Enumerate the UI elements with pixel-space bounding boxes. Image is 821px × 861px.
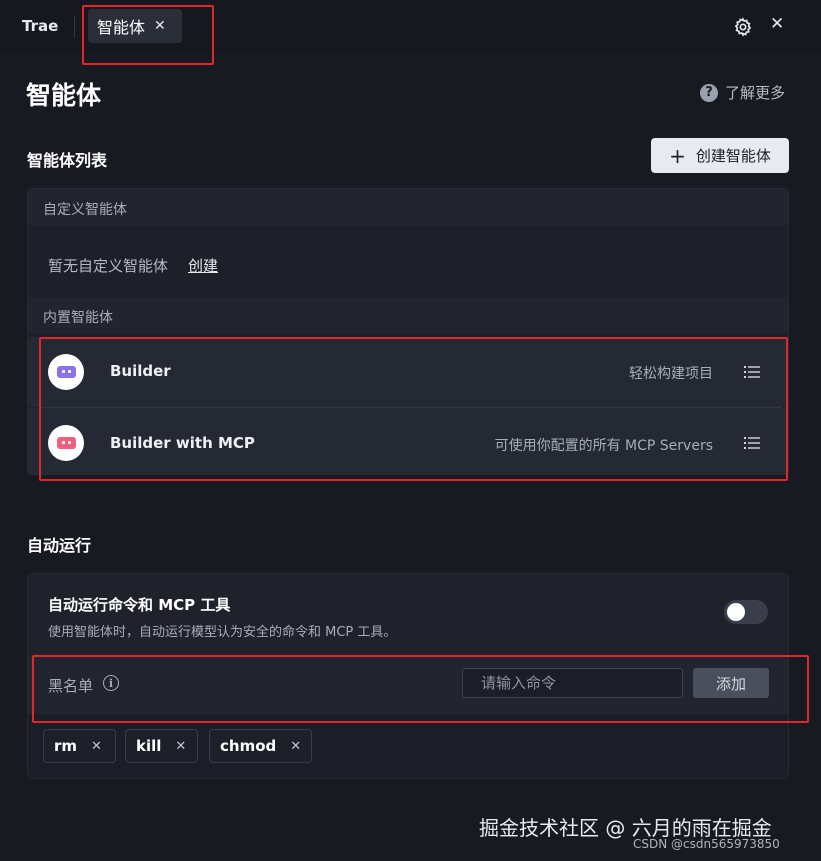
- command-input[interactable]: [462, 668, 683, 698]
- close-icon[interactable]: ✕: [770, 14, 784, 34]
- tab-close-icon[interactable]: ✕: [154, 18, 166, 34]
- create-agent-button[interactable]: + 创建智能体: [651, 138, 789, 173]
- agents-panel: 自定义智能体 暂无自定义智能体 创建 内置智能体 Builder 轻松构建项目 …: [27, 188, 789, 475]
- blacklist-chip: chmod ✕: [209, 729, 312, 763]
- chip-remove-icon[interactable]: ✕: [290, 739, 301, 754]
- app-name: Trae: [22, 17, 59, 35]
- chip-label: chmod: [220, 737, 277, 755]
- title-bar: Trae 智能体 ✕ ✕: [0, 0, 821, 52]
- auto-run-toggle-row: 自动运行命令和 MCP 工具 使用智能体时，自动运行模型认为安全的命令和 MCP…: [28, 574, 788, 654]
- robot-icon: [56, 437, 76, 449]
- agent-avatar: [48, 354, 84, 390]
- tab-agents[interactable]: 智能体 ✕: [88, 9, 182, 43]
- chip-remove-icon[interactable]: ✕: [175, 739, 186, 754]
- agent-row-builder[interactable]: Builder 轻松构建项目: [28, 337, 788, 407]
- auto-run-panel: 自动运行命令和 MCP 工具 使用智能体时，自动运行模型认为安全的命令和 MCP…: [27, 573, 789, 779]
- add-command-button[interactable]: 添加: [693, 668, 769, 698]
- agent-name: Builder with MCP: [110, 434, 255, 452]
- agent-avatar: [48, 425, 84, 461]
- titlebar-divider: [74, 16, 75, 38]
- watermark-csdn: CSDN @csdn565973850: [633, 837, 780, 851]
- agent-description: 轻松构建项目: [629, 366, 713, 382]
- blacklist-chip: rm ✕: [43, 729, 116, 763]
- learn-more-link[interactable]: ? 了解更多: [700, 82, 785, 103]
- page-title: 智能体: [26, 81, 102, 110]
- builtin-agents-heading: 内置智能体: [28, 297, 788, 333]
- blacklist-label: 黑名单: [48, 677, 94, 695]
- blacklist-chip: kill ✕: [125, 729, 198, 763]
- tab-label: 智能体: [97, 18, 146, 37]
- auto-run-toggle[interactable]: [724, 600, 768, 624]
- custom-agents-heading: 自定义智能体: [28, 189, 788, 225]
- help-icon: ?: [700, 83, 718, 102]
- auto-run-title: 自动运行命令和 MCP 工具: [48, 596, 231, 614]
- agent-description: 可使用你配置的所有 MCP Servers: [494, 438, 713, 454]
- auto-run-section-title: 自动运行: [27, 536, 92, 555]
- robot-icon: [56, 366, 76, 378]
- chip-remove-icon[interactable]: ✕: [91, 739, 102, 754]
- agent-row-builder-mcp[interactable]: Builder with MCP 可使用你配置的所有 MCP Servers: [28, 408, 788, 474]
- list-icon[interactable]: [744, 436, 760, 450]
- gear-icon[interactable]: [733, 17, 753, 37]
- blacklist-row: 黑名单 i 添加: [28, 654, 788, 714]
- list-icon[interactable]: [744, 365, 760, 379]
- learn-more-label: 了解更多: [725, 84, 786, 102]
- info-icon[interactable]: i: [103, 675, 119, 691]
- empty-state-text: 暂无自定义智能体: [48, 257, 169, 275]
- create-agent-link[interactable]: 创建: [188, 255, 218, 276]
- chip-label: kill: [136, 737, 162, 755]
- chip-label: rm: [54, 737, 78, 755]
- agent-name: Builder: [110, 362, 171, 380]
- auto-run-description: 使用智能体时，自动运行模型认为安全的命令和 MCP 工具。: [48, 625, 397, 640]
- create-agent-label: 创建智能体: [695, 147, 771, 165]
- plus-icon: +: [669, 143, 686, 168]
- agents-section-title: 智能体列表: [27, 151, 108, 170]
